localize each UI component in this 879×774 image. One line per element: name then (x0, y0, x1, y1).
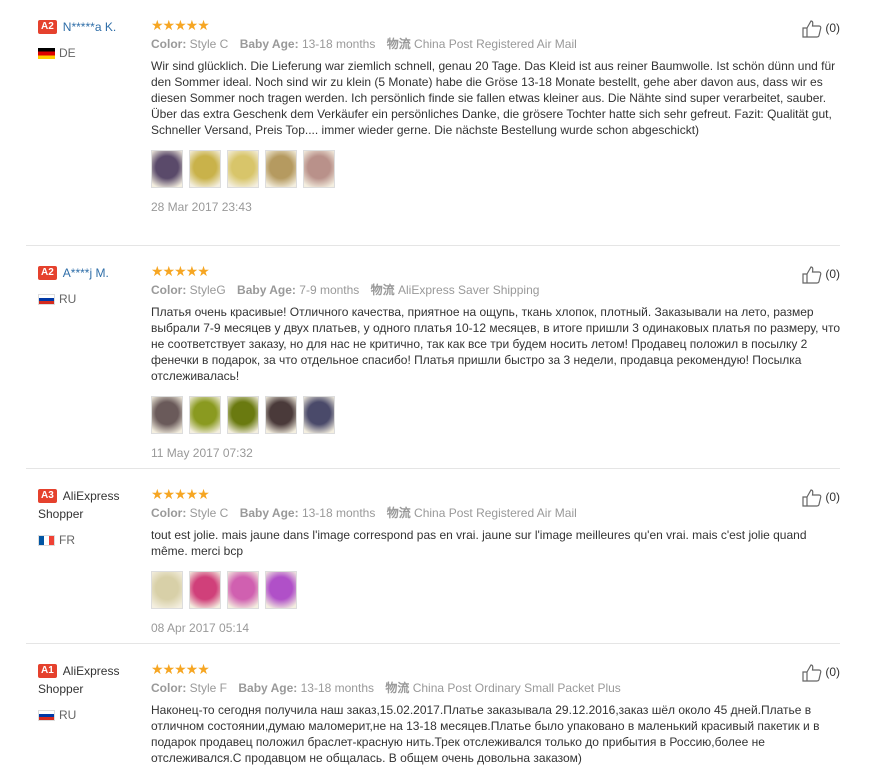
review-photos (151, 150, 841, 188)
baby-age-value: 13-18 months (300, 681, 374, 695)
country-code: FR (59, 533, 75, 547)
review-photo-thumbnail[interactable] (265, 571, 297, 609)
review-photos (151, 396, 841, 434)
review-photo-thumbnail[interactable] (151, 150, 183, 188)
helpful-count: (0) (825, 665, 840, 680)
review-photos (151, 571, 841, 609)
color-value: Style C (189, 37, 229, 51)
baby-age-label: Baby Age: (239, 506, 299, 520)
review-body: ★★★★★ Color: Style F Baby Age: 13-18 mon… (151, 660, 841, 766)
reviewer-name[interactable]: A****j M. (63, 266, 109, 280)
review-text: tout est jolie. mais jaune dans l'image … (151, 528, 807, 558)
review-text: Wir sind glücklich. Die Lieferung war zi… (151, 59, 836, 137)
france-flag-icon (38, 535, 55, 547)
review-date: 08 Apr 2017 05:14 (151, 621, 250, 635)
shipping-label: 物流 (386, 506, 411, 520)
review-photo-thumbnail[interactable] (227, 571, 259, 609)
baby-age-label: Baby Age: (239, 37, 299, 51)
shipping-label: 物流 (386, 37, 411, 51)
buyer-level-badge: A2 (38, 19, 57, 34)
color-value: StyleG (189, 283, 226, 297)
buyer-level-badge: A2 (38, 265, 57, 280)
shipping-value: AliExpress Saver Shipping (398, 283, 540, 297)
order-info: Color: Style F Baby Age: 13-18 months 物流… (151, 680, 841, 696)
reviewer-info: A1 AliExpress Shopper RU (38, 662, 138, 722)
review-body: ★★★★★ Color: StyleG Baby Age: 7-9 months… (151, 262, 841, 460)
review-body: ★★★★★ Color: Style C Baby Age: 13-18 mon… (151, 16, 841, 214)
color-label: Color: (151, 283, 187, 297)
helpful-button[interactable]: (0) (802, 664, 840, 682)
feedback-list: A2 N*****a K. DE ★★★★★ Color: Style C Bab… (26, 0, 840, 774)
review-photo-thumbnail[interactable] (151, 571, 183, 609)
color-label: Color: (151, 506, 187, 520)
helpful-count: (0) (825, 21, 840, 36)
helpful-count: (0) (825, 490, 840, 505)
shipping-value: China Post Registered Air Mail (414, 506, 577, 520)
country-code: DE (59, 46, 76, 60)
russia-flag-icon (38, 710, 55, 722)
star-rating: ★★★★★ (151, 263, 210, 279)
helpful-button[interactable]: (0) (802, 489, 840, 507)
shipping-label: 物流 (370, 283, 395, 297)
helpful-button[interactable]: (0) (802, 20, 840, 38)
review-item: A2 A****j M. RU ★★★★★ Color: StyleG Baby … (26, 246, 840, 469)
review-photo-thumbnail[interactable] (303, 396, 335, 434)
review-date: 28 Mar 2017 23:43 (151, 200, 252, 214)
review-item: A1 AliExpress Shopper RU ★★★★★ Color: Sty… (26, 644, 840, 774)
thumbs-up-icon (802, 489, 822, 507)
thumbs-up-icon (802, 266, 822, 284)
baby-age-value: 13-18 months (301, 506, 376, 520)
review-body: ★★★★★ Color: Style C Baby Age: 13-18 mon… (151, 485, 841, 635)
review-photo-thumbnail[interactable] (227, 396, 259, 434)
shipping-value: China Post Registered Air Mail (414, 37, 577, 51)
germany-flag-icon (38, 48, 55, 60)
helpful-button[interactable]: (0) (802, 266, 840, 284)
reviewer-country: DE (38, 46, 138, 60)
star-rating: ★★★★★ (151, 17, 210, 33)
shipping-value: China Post Ordinary Small Packet Plus (412, 681, 621, 695)
reviewer-country: RU (38, 708, 138, 722)
reviewer-info: A2 A****j M. RU (38, 264, 138, 306)
baby-age-value: 13-18 months (301, 37, 376, 51)
country-code: RU (59, 708, 77, 722)
reviewer-country: FR (38, 533, 138, 547)
review-photo-thumbnail[interactable] (189, 396, 221, 434)
buyer-level-badge: A3 (38, 488, 57, 503)
buyer-level-badge: A1 (38, 663, 57, 678)
reviewer-country: RU (38, 292, 138, 306)
review-photo-thumbnail[interactable] (189, 571, 221, 609)
review-photo-thumbnail[interactable] (265, 150, 297, 188)
reviewer-info: A2 N*****a K. DE (38, 18, 138, 60)
order-info: Color: Style C Baby Age: 13-18 months 物流… (151, 36, 841, 52)
shipping-label: 物流 (385, 681, 410, 695)
review-photo-thumbnail[interactable] (303, 150, 335, 188)
review-photo-thumbnail[interactable] (151, 396, 183, 434)
reviewer-name[interactable]: N*****a K. (63, 20, 116, 34)
reviewer-info: A3 AliExpress Shopper FR (38, 487, 138, 547)
review-item: A2 N*****a K. DE ★★★★★ Color: Style C Bab… (26, 0, 840, 246)
review-photo-thumbnail[interactable] (227, 150, 259, 188)
baby-age-label: Baby Age: (237, 283, 296, 297)
review-date: 11 May 2017 07:32 (151, 446, 253, 460)
review-photo-thumbnail[interactable] (265, 396, 297, 434)
baby-age-value: 7-9 months (299, 283, 360, 297)
color-value: Style F (189, 681, 228, 695)
star-rating: ★★★★★ (151, 661, 210, 677)
thumbs-up-icon (802, 20, 822, 38)
star-rating: ★★★★★ (151, 486, 210, 502)
color-label: Color: (151, 37, 187, 51)
baby-age-label: Baby Age: (238, 681, 298, 695)
country-code: RU (59, 292, 77, 306)
review-photo-thumbnail[interactable] (189, 150, 221, 188)
thumbs-up-icon (802, 664, 822, 682)
review-text: Платья очень красивые! Отличного качеств… (151, 305, 841, 383)
order-info: Color: StyleG Baby Age: 7-9 months 物流 Al… (151, 282, 841, 298)
color-label: Color: (151, 681, 187, 695)
helpful-count: (0) (825, 267, 840, 282)
review-text: Наконец-то сегодня получила наш заказ,15… (151, 703, 820, 765)
russia-flag-icon (38, 294, 55, 306)
order-info: Color: Style C Baby Age: 13-18 months 物流… (151, 505, 841, 521)
color-value: Style C (189, 506, 229, 520)
review-item: A3 AliExpress Shopper FR ★★★★★ Color: Sty… (26, 469, 840, 644)
